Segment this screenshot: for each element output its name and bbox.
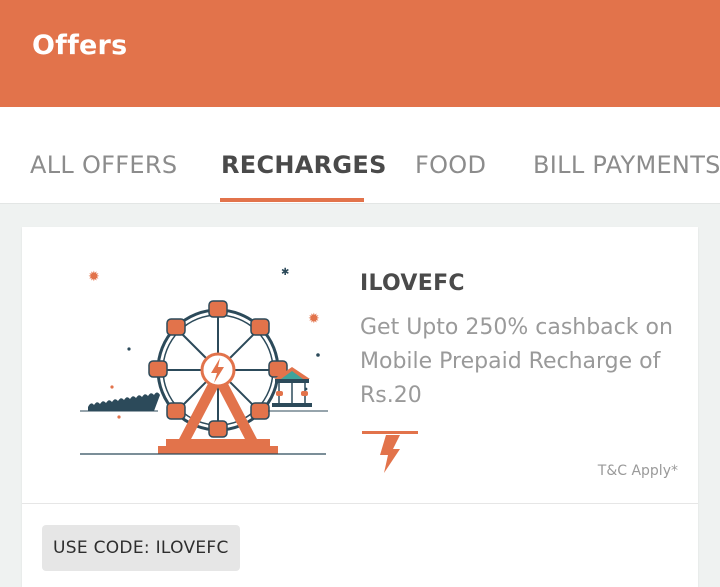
ferris-wheel-illustration: ✹ ✹ ✱: [80, 267, 328, 455]
offer-card[interactable]: ✹ ✹ ✱ ILOVEFC Get Upto 250% cashback on …: [22, 227, 698, 587]
use-code-button[interactable]: USE CODE: ILOVEFC: [42, 525, 240, 571]
tab-recharges[interactable]: RECHARGES: [221, 151, 387, 179]
tab-bill-payments[interactable]: BILL PAYMENTS: [533, 151, 720, 179]
app-bar: Offers: [0, 0, 720, 107]
active-tab-indicator: [220, 198, 364, 202]
lightning-bolt-logo: [362, 431, 418, 473]
tab-food[interactable]: FOOD: [415, 151, 486, 179]
tab-bar: ALL OFFERS RECHARGES FOOD BILL PAYMENTS: [0, 107, 720, 204]
svg-text:✹: ✹: [308, 311, 320, 327]
card-divider: [22, 503, 698, 504]
svg-text:✹: ✹: [88, 269, 100, 285]
page-title: Offers: [32, 30, 128, 61]
tab-all-offers[interactable]: ALL OFFERS: [30, 151, 177, 179]
offer-code-title: ILOVEFC: [360, 271, 465, 296]
tnc-link[interactable]: T&C Apply*: [598, 463, 678, 479]
svg-text:✱: ✱: [281, 267, 289, 278]
offer-description: Get Upto 250% cashback on Mobile Prepaid…: [360, 315, 673, 408]
